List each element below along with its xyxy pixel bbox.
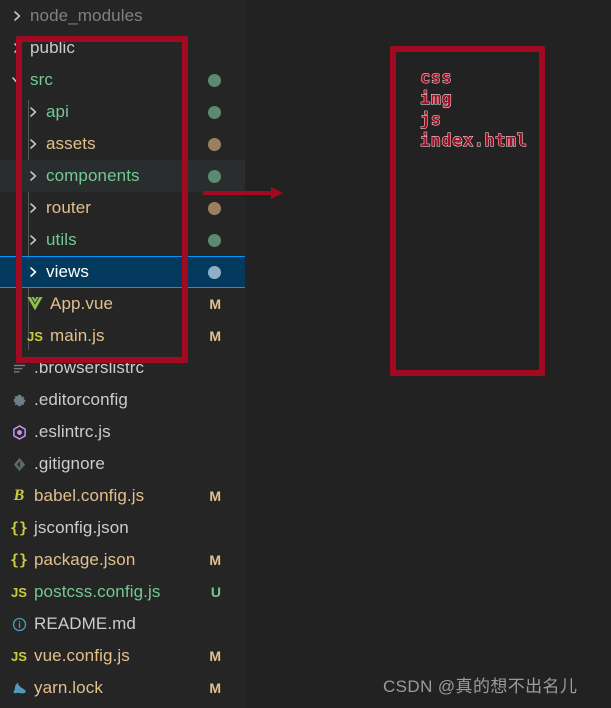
vue-icon [24,297,46,311]
tree-item-label: package.json [34,550,136,569]
callout-line: index.html [420,131,528,152]
tree-file-jsconfig-json[interactable]: {} jsconfig.json [0,512,245,544]
tree-file-eslintrc-js[interactable]: .eslintrc.js [0,416,245,448]
git-status-dot [208,73,221,87]
tree-item-label: components [46,166,140,185]
tree-item-label: postcss.config.js [34,582,161,601]
git-status-badge: M [209,328,221,344]
tree-item-label: public [30,38,76,57]
chevron-right-icon[interactable] [8,42,26,54]
tree-item-label: router [46,198,92,217]
tree-file-yarn-lock[interactable]: yarn.lock M [0,672,245,704]
csdn-watermark: CSDN @真的想不出名儿 [383,677,578,696]
git-status-badge: M [209,296,221,312]
annotation-callout-text: css img js index.html [420,68,528,152]
tree-file-browserslistrc[interactable]: .browserslistrc [0,352,245,384]
js-icon: JS [11,584,27,600]
tree-file-gitignore[interactable]: .gitignore [0,448,245,480]
git-status-badge: M [209,680,221,696]
tree-file-package-json[interactable]: {} package.json M [0,544,245,576]
tree-file-main-js[interactable]: JS main.js M [0,320,245,352]
tree-item-label: src [30,70,53,89]
chevron-right-icon[interactable] [24,170,42,182]
git-status-dot [208,137,221,151]
chevron-right-icon[interactable] [24,106,42,118]
chevron-right-icon[interactable] [24,234,42,246]
js-icon: JS [27,328,43,344]
tree-file-readme-md[interactable]: README.md [0,608,245,640]
eslint-icon [8,424,30,440]
tree-item-label: views [46,262,90,281]
git-status-dot [208,233,221,247]
tree-folder-api[interactable]: api [0,96,245,128]
tree-item-label: .editorconfig [34,390,128,409]
tree-item-label: README.md [34,614,136,633]
tree-folder-utils[interactable]: utils [0,224,245,256]
info-icon [8,617,30,632]
git-status-dot [208,265,221,279]
git-status-badge: M [209,488,221,504]
git-status-dot [208,169,221,183]
tree-file-editorconfig[interactable]: .editorconfig [0,384,245,416]
tree-item-label: node_modules [30,6,143,25]
tree-item-label: main.js [50,326,105,345]
tree-file-app-vue[interactable]: App.vue M [0,288,245,320]
chevron-right-icon[interactable] [24,266,42,278]
tree-item-label: .eslintrc.js [34,422,111,441]
tree-item-label: jsconfig.json [34,518,129,537]
babel-icon: B [13,487,25,504]
git-status-badge: U [210,584,221,600]
tree-item-label: App.vue [50,294,114,313]
tree-folder-assets[interactable]: assets [0,128,245,160]
git-status-badge: M [209,648,221,664]
js-icon: JS [11,648,27,664]
screenshot-root: node_modulespublic src api assets components… [0,0,611,708]
tree-file-postcss-config-js[interactable]: JS postcss.config.js U [0,576,245,608]
tree-file-vue-config-js[interactable]: JS vue.config.js M [0,640,245,672]
tree-item-label: assets [46,134,96,153]
tree-item-label: utils [46,230,77,249]
callout-line: js [420,110,442,131]
json-icon: {} [9,550,29,569]
tree-folder-views[interactable]: views [0,256,245,288]
chevron-down-icon[interactable] [8,74,26,86]
yarn-icon [8,681,30,696]
tree-item-label: babel.config.js [34,486,145,505]
tree-folder-node-modules[interactable]: node_modules [0,0,245,32]
git-icon [8,457,30,472]
git-status-dot [208,201,221,215]
tree-file-babel-config-js[interactable]: Bbabel.config.js M [0,480,245,512]
tree-folder-src[interactable]: src [0,64,245,96]
chevron-right-icon[interactable] [8,10,26,22]
tree-folder-public[interactable]: public [0,32,245,64]
tree-item-label: .gitignore [34,454,105,473]
file-tree-list[interactable]: node_modulespublic src api assets components… [0,0,245,704]
tree-item-label: api [46,102,69,121]
gear-icon [8,393,30,408]
tree-item-label: vue.config.js [34,646,130,665]
file-explorer-panel: node_modulespublic src api assets components… [0,0,245,708]
callout-line: img [420,89,453,110]
chevron-right-icon[interactable] [24,138,42,150]
list-icon [8,362,30,375]
tree-item-label: yarn.lock [34,678,103,697]
tree-item-label: .browserslistrc [34,358,145,377]
git-status-badge: M [209,552,221,568]
annotation-arrow-icon [203,187,283,199]
chevron-right-icon[interactable] [24,202,42,214]
json-icon: {} [9,518,29,537]
callout-line: css [420,68,453,89]
git-status-dot [208,105,221,119]
